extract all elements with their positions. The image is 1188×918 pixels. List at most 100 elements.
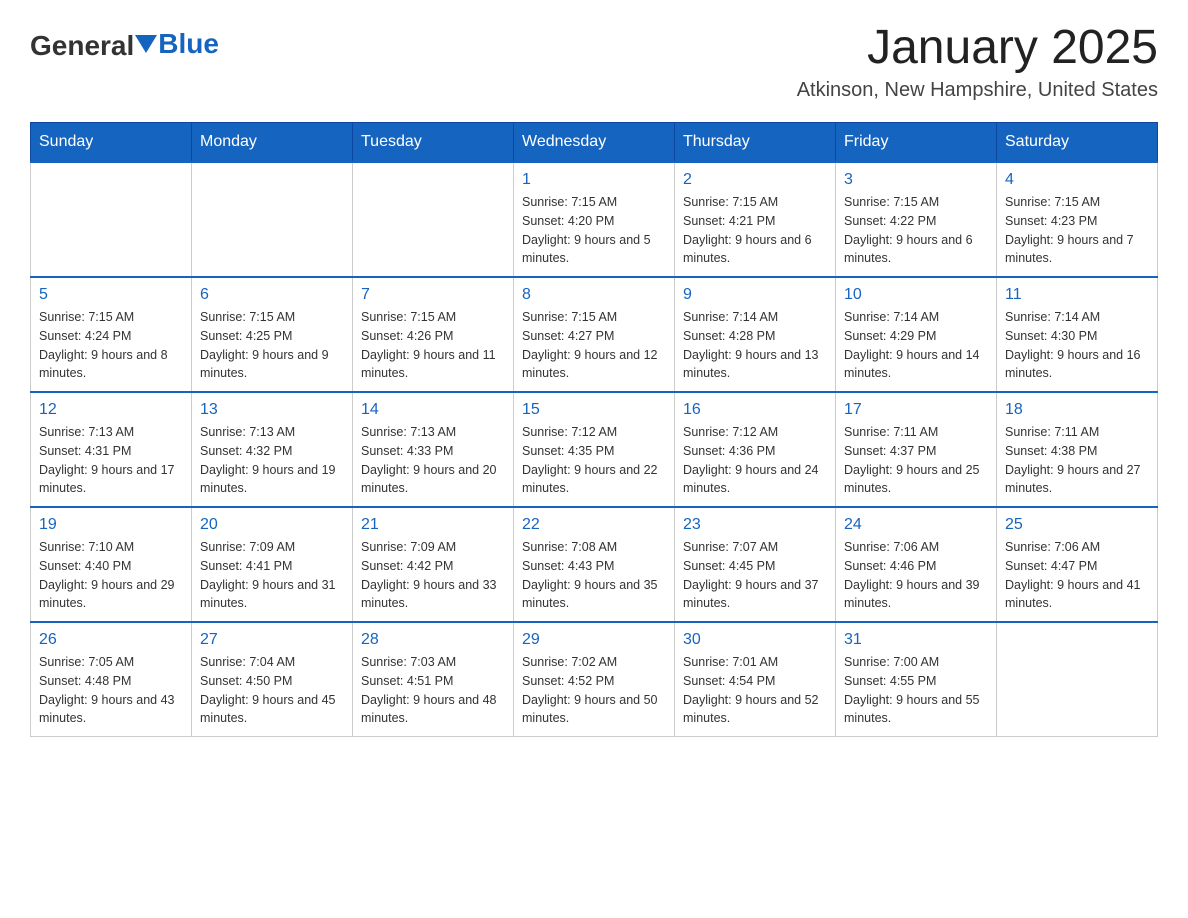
day-info: Sunrise: 7:12 AM Sunset: 4:35 PM Dayligh… bbox=[522, 423, 666, 498]
day-number: 18 bbox=[1005, 401, 1149, 419]
day-number: 16 bbox=[683, 401, 827, 419]
calendar-cell: 14 Sunrise: 7:13 AM Sunset: 4:33 PM Dayli… bbox=[353, 392, 514, 507]
day-number: 17 bbox=[844, 401, 988, 419]
day-number: 28 bbox=[361, 631, 505, 649]
day-info: Sunrise: 7:06 AM Sunset: 4:46 PM Dayligh… bbox=[844, 538, 988, 613]
day-info: Sunrise: 7:15 AM Sunset: 4:22 PM Dayligh… bbox=[844, 193, 988, 268]
calendar-cell: 13 Sunrise: 7:13 AM Sunset: 4:32 PM Dayli… bbox=[192, 392, 353, 507]
calendar-cell: 16 Sunrise: 7:12 AM Sunset: 4:36 PM Dayli… bbox=[675, 392, 836, 507]
calendar-cell: 30 Sunrise: 7:01 AM Sunset: 4:54 PM Dayli… bbox=[675, 622, 836, 737]
calendar-cell bbox=[997, 622, 1158, 737]
calendar-cell: 11 Sunrise: 7:14 AM Sunset: 4:30 PM Dayli… bbox=[997, 277, 1158, 392]
calendar-cell: 28Sunrise: 7:03 AM Sunset: 4:51 PM Dayli… bbox=[353, 622, 514, 737]
day-number: 24 bbox=[844, 516, 988, 534]
day-info: Sunrise: 7:15 AM Sunset: 4:27 PM Dayligh… bbox=[522, 308, 666, 383]
day-number: 13 bbox=[200, 401, 344, 419]
column-header-wednesday: Wednesday bbox=[514, 123, 675, 163]
calendar-cell: 3Sunrise: 7:15 AM Sunset: 4:22 PM Daylig… bbox=[836, 162, 997, 277]
logo-blue-text: Blue bbox=[158, 28, 219, 60]
calendar-cell: 23Sunrise: 7:07 AM Sunset: 4:45 PM Dayli… bbox=[675, 507, 836, 622]
day-info: Sunrise: 7:15 AM Sunset: 4:24 PM Dayligh… bbox=[39, 308, 183, 383]
calendar-cell: 9 Sunrise: 7:14 AM Sunset: 4:28 PM Daylig… bbox=[675, 277, 836, 392]
column-header-saturday: Saturday bbox=[997, 123, 1158, 163]
day-info: Sunrise: 7:15 AM Sunset: 4:20 PM Dayligh… bbox=[522, 193, 666, 268]
day-info: Sunrise: 7:09 AM Sunset: 4:41 PM Dayligh… bbox=[200, 538, 344, 613]
day-number: 20 bbox=[200, 516, 344, 534]
logo-triangle-icon bbox=[135, 35, 157, 53]
day-info: Sunrise: 7:05 AM Sunset: 4:48 PM Dayligh… bbox=[39, 653, 183, 728]
day-info: Sunrise: 7:07 AM Sunset: 4:45 PM Dayligh… bbox=[683, 538, 827, 613]
day-number: 27 bbox=[200, 631, 344, 649]
day-info: Sunrise: 7:08 AM Sunset: 4:43 PM Dayligh… bbox=[522, 538, 666, 613]
day-number: 9 bbox=[683, 286, 827, 304]
column-header-friday: Friday bbox=[836, 123, 997, 163]
calendar-cell: 31Sunrise: 7:00 AM Sunset: 4:55 PM Dayli… bbox=[836, 622, 997, 737]
calendar-subtitle: Atkinson, New Hampshire, United States bbox=[797, 79, 1158, 102]
day-info: Sunrise: 7:10 AM Sunset: 4:40 PM Dayligh… bbox=[39, 538, 183, 613]
day-number: 19 bbox=[39, 516, 183, 534]
title-area: January 2025 Atkinson, New Hampshire, Un… bbox=[797, 20, 1158, 102]
day-info: Sunrise: 7:04 AM Sunset: 4:50 PM Dayligh… bbox=[200, 653, 344, 728]
calendar-cell: 10 Sunrise: 7:14 AM Sunset: 4:29 PM Dayli… bbox=[836, 277, 997, 392]
day-number: 12 bbox=[39, 401, 183, 419]
day-number: 2 bbox=[683, 171, 827, 189]
day-number: 14 bbox=[361, 401, 505, 419]
calendar-cell bbox=[31, 162, 192, 277]
week-row-3: 12 Sunrise: 7:13 AM Sunset: 4:31 PM Dayli… bbox=[31, 392, 1158, 507]
day-number: 29 bbox=[522, 631, 666, 649]
day-info: Sunrise: 7:15 AM Sunset: 4:21 PM Dayligh… bbox=[683, 193, 827, 268]
day-number: 21 bbox=[361, 516, 505, 534]
calendar-cell: 17 Sunrise: 7:11 AM Sunset: 4:37 PM Dayli… bbox=[836, 392, 997, 507]
calendar-header-row: SundayMondayTuesdayWednesdayThursdayFrid… bbox=[31, 123, 1158, 163]
calendar-cell: 22 Sunrise: 7:08 AM Sunset: 4:43 PM Dayli… bbox=[514, 507, 675, 622]
calendar-title: January 2025 bbox=[797, 20, 1158, 75]
calendar-cell: 18Sunrise: 7:11 AM Sunset: 4:38 PM Dayli… bbox=[997, 392, 1158, 507]
day-number: 11 bbox=[1005, 286, 1149, 304]
calendar-cell: 2 Sunrise: 7:15 AM Sunset: 4:21 PM Daylig… bbox=[675, 162, 836, 277]
day-number: 4 bbox=[1005, 171, 1149, 189]
day-number: 6 bbox=[200, 286, 344, 304]
day-info: Sunrise: 7:13 AM Sunset: 4:33 PM Dayligh… bbox=[361, 423, 505, 498]
day-info: Sunrise: 7:15 AM Sunset: 4:26 PM Dayligh… bbox=[361, 308, 505, 383]
day-info: Sunrise: 7:02 AM Sunset: 4:52 PM Dayligh… bbox=[522, 653, 666, 728]
day-info: Sunrise: 7:13 AM Sunset: 4:32 PM Dayligh… bbox=[200, 423, 344, 498]
day-info: Sunrise: 7:09 AM Sunset: 4:42 PM Dayligh… bbox=[361, 538, 505, 613]
day-number: 1 bbox=[522, 171, 666, 189]
week-row-2: 5Sunrise: 7:15 AM Sunset: 4:24 PM Daylig… bbox=[31, 277, 1158, 392]
day-number: 15 bbox=[522, 401, 666, 419]
week-row-5: 26Sunrise: 7:05 AM Sunset: 4:48 PM Dayli… bbox=[31, 622, 1158, 737]
day-number: 7 bbox=[361, 286, 505, 304]
day-info: Sunrise: 7:14 AM Sunset: 4:30 PM Dayligh… bbox=[1005, 308, 1149, 383]
column-header-thursday: Thursday bbox=[675, 123, 836, 163]
calendar-cell: 20 Sunrise: 7:09 AM Sunset: 4:41 PM Dayli… bbox=[192, 507, 353, 622]
week-row-4: 19 Sunrise: 7:10 AM Sunset: 4:40 PM Dayli… bbox=[31, 507, 1158, 622]
day-info: Sunrise: 7:14 AM Sunset: 4:29 PM Dayligh… bbox=[844, 308, 988, 383]
calendar-cell: 1 Sunrise: 7:15 AM Sunset: 4:20 PM Daylig… bbox=[514, 162, 675, 277]
logo: General Blue bbox=[30, 30, 219, 62]
calendar-cell: 5Sunrise: 7:15 AM Sunset: 4:24 PM Daylig… bbox=[31, 277, 192, 392]
column-header-tuesday: Tuesday bbox=[353, 123, 514, 163]
day-number: 22 bbox=[522, 516, 666, 534]
calendar-cell bbox=[192, 162, 353, 277]
day-info: Sunrise: 7:01 AM Sunset: 4:54 PM Dayligh… bbox=[683, 653, 827, 728]
calendar-cell: 21 Sunrise: 7:09 AM Sunset: 4:42 PM Dayli… bbox=[353, 507, 514, 622]
day-info: Sunrise: 7:15 AM Sunset: 4:25 PM Dayligh… bbox=[200, 308, 344, 383]
column-header-monday: Monday bbox=[192, 123, 353, 163]
day-info: Sunrise: 7:11 AM Sunset: 4:37 PM Dayligh… bbox=[844, 423, 988, 498]
calendar-cell: 4 Sunrise: 7:15 AM Sunset: 4:23 PM Daylig… bbox=[997, 162, 1158, 277]
calendar-cell: 15 Sunrise: 7:12 AM Sunset: 4:35 PM Dayli… bbox=[514, 392, 675, 507]
day-info: Sunrise: 7:00 AM Sunset: 4:55 PM Dayligh… bbox=[844, 653, 988, 728]
calendar-cell: 24 Sunrise: 7:06 AM Sunset: 4:46 PM Dayli… bbox=[836, 507, 997, 622]
day-info: Sunrise: 7:06 AM Sunset: 4:47 PM Dayligh… bbox=[1005, 538, 1149, 613]
day-info: Sunrise: 7:14 AM Sunset: 4:28 PM Dayligh… bbox=[683, 308, 827, 383]
logo-general-text: General bbox=[30, 30, 134, 62]
calendar-cell: 19 Sunrise: 7:10 AM Sunset: 4:40 PM Dayli… bbox=[31, 507, 192, 622]
calendar-cell: 8Sunrise: 7:15 AM Sunset: 4:27 PM Daylig… bbox=[514, 277, 675, 392]
day-number: 10 bbox=[844, 286, 988, 304]
day-info: Sunrise: 7:15 AM Sunset: 4:23 PM Dayligh… bbox=[1005, 193, 1149, 268]
day-number: 30 bbox=[683, 631, 827, 649]
day-info: Sunrise: 7:13 AM Sunset: 4:31 PM Dayligh… bbox=[39, 423, 183, 498]
day-info: Sunrise: 7:12 AM Sunset: 4:36 PM Dayligh… bbox=[683, 423, 827, 498]
day-number: 25 bbox=[1005, 516, 1149, 534]
calendar-cell: 6 Sunrise: 7:15 AM Sunset: 4:25 PM Daylig… bbox=[192, 277, 353, 392]
